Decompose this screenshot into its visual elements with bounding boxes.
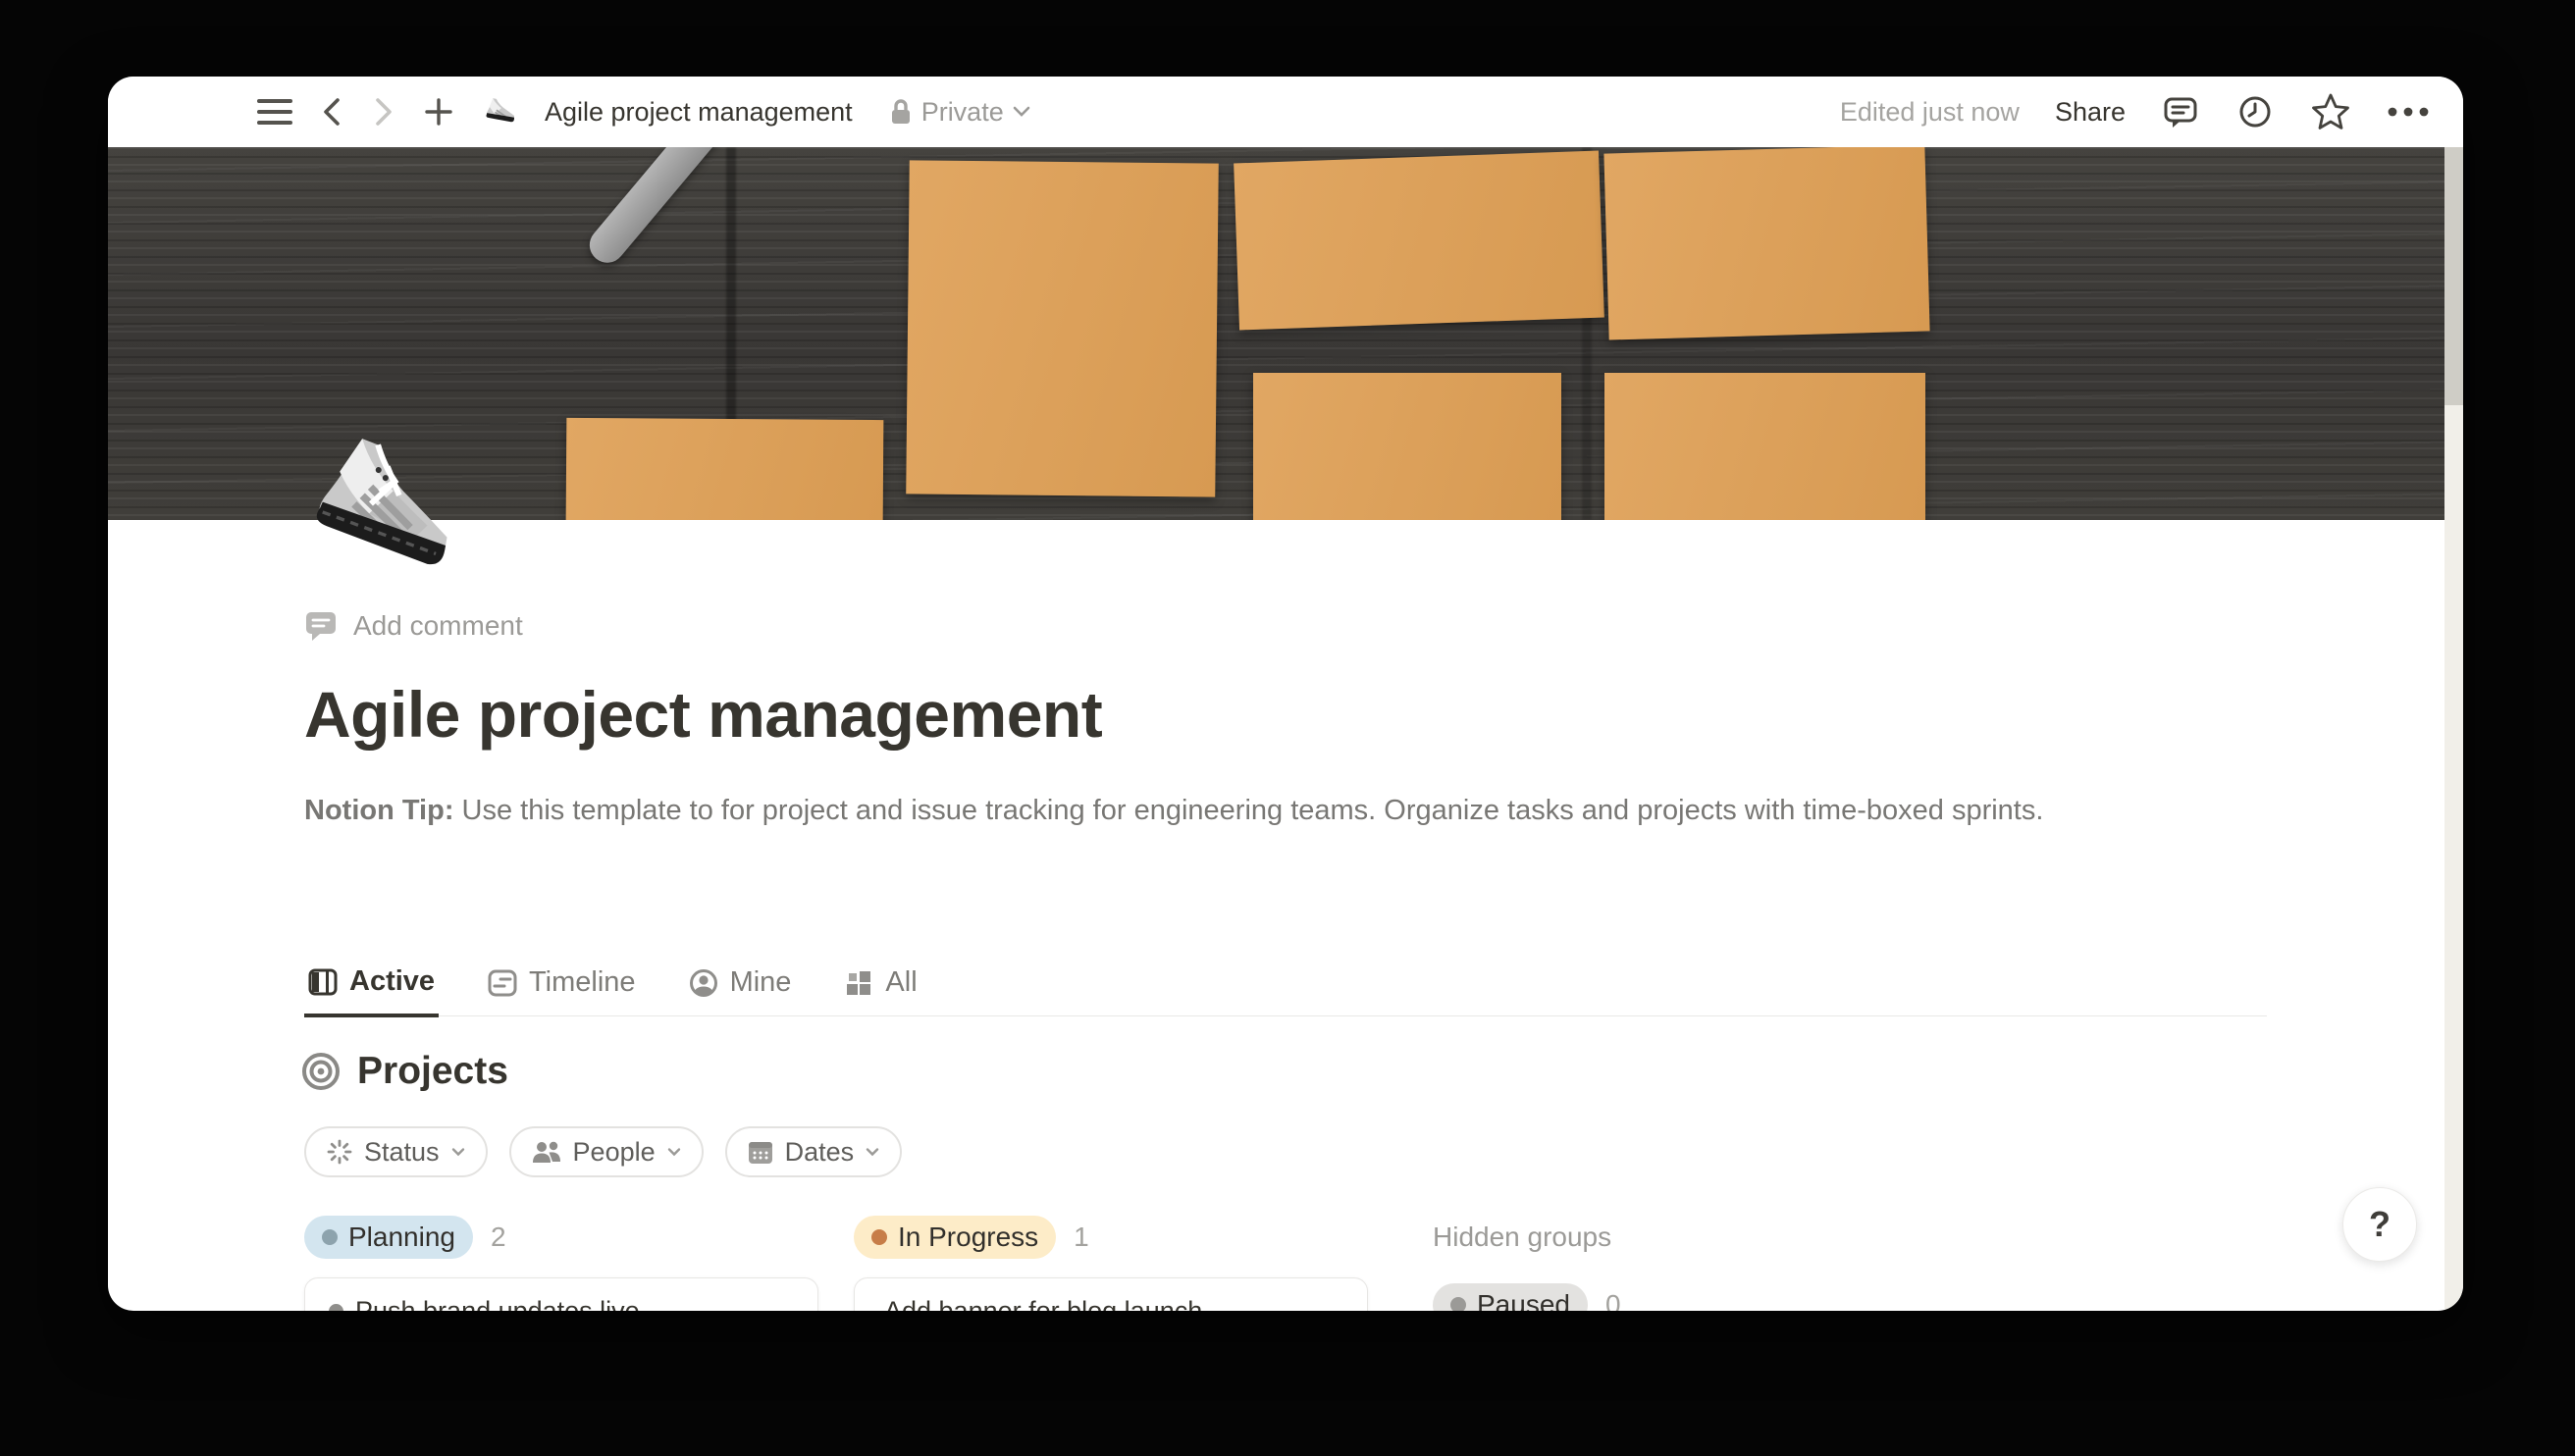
notion-tip: Notion Tip: Use this template to for pro…	[304, 787, 2218, 835]
page-emoji-shoe-icon[interactable]	[481, 96, 516, 128]
view-tabs: Active Timeline Mine All	[304, 965, 2267, 1016]
comments-icon[interactable]	[2161, 92, 2200, 131]
timeline-view-icon	[488, 968, 517, 998]
share-button[interactable]: Share	[2055, 97, 2126, 128]
status-dot	[1450, 1297, 1466, 1311]
sticky-note	[1603, 147, 1929, 340]
group-count: 1	[1074, 1222, 1089, 1253]
help-button[interactable]: ?	[2342, 1187, 2417, 1262]
sticky-note	[1234, 151, 1604, 331]
chevron-down-icon	[1013, 106, 1030, 118]
tab-mine[interactable]: Mine	[685, 965, 796, 1015]
card-title: Add banner for blog launch	[884, 1296, 1202, 1311]
group-count: 0	[1605, 1289, 1621, 1311]
filter-dates[interactable]: Dates	[725, 1126, 903, 1177]
group-name: Planning	[348, 1222, 455, 1253]
tab-label: Active	[349, 965, 435, 998]
privacy-menu[interactable]: Private	[889, 97, 1030, 128]
status-dot	[871, 1229, 887, 1245]
projects-title[interactable]: Projects	[357, 1050, 508, 1093]
sticky-note	[906, 160, 1219, 496]
filter-bar: Status People Dates	[304, 1126, 902, 1177]
project-card[interactable]: Add banner for blog launch	[854, 1277, 1368, 1311]
card-title: Push brand updates live	[355, 1296, 640, 1311]
filter-label: Status	[364, 1137, 440, 1168]
page-title: Agile project management	[304, 677, 1102, 752]
filter-label: Dates	[785, 1137, 855, 1168]
tab-all[interactable]: All	[840, 965, 920, 1015]
group-pill-paused[interactable]: Paused	[1433, 1283, 1588, 1311]
sticky-note	[1604, 373, 1925, 520]
sticky-note	[1253, 373, 1561, 520]
tab-timeline[interactable]: Timeline	[484, 965, 640, 1015]
people-icon	[531, 1138, 562, 1166]
notion-tip-body: Use this template to for project and iss…	[453, 795, 2043, 826]
filter-status[interactable]: Status	[304, 1126, 488, 1177]
comment-bubble-icon	[304, 610, 338, 642]
status-dot	[322, 1229, 338, 1245]
history-clock-icon[interactable]	[2235, 92, 2275, 131]
top-toolbar: Agile project management Private Edited …	[108, 77, 2463, 147]
grid-view-icon	[844, 968, 873, 998]
status-burst-icon	[326, 1138, 353, 1166]
group-count: 2	[491, 1222, 506, 1253]
toolbar-page-title[interactable]: Agile project management	[545, 97, 853, 128]
new-page-icon[interactable]	[423, 96, 454, 128]
tab-label: Mine	[730, 966, 792, 999]
sticky-note	[566, 418, 884, 520]
notion-tip-lead: Notion Tip:	[304, 795, 453, 826]
add-comment-label: Add comment	[353, 610, 523, 642]
tab-label: Timeline	[529, 966, 636, 999]
group-name: Paused	[1477, 1289, 1570, 1311]
group-pill-planning[interactable]: Planning	[304, 1216, 473, 1259]
sidebar-menu-icon[interactable]	[257, 99, 292, 125]
page-icon-shoe[interactable]	[294, 426, 459, 591]
person-view-icon	[689, 968, 718, 998]
group-name: In Progress	[898, 1222, 1038, 1253]
board-view-icon	[308, 967, 338, 997]
back-icon[interactable]	[319, 95, 344, 129]
scrollbar-thumb[interactable]	[2444, 147, 2463, 405]
card-avatar-icon	[329, 1304, 343, 1311]
scrollbar-track[interactable]	[2444, 147, 2463, 1311]
filter-label: People	[573, 1137, 656, 1168]
board-column-planning: Planning 2 Push brand updates live	[304, 1215, 506, 1260]
calendar-icon	[747, 1138, 774, 1166]
board-column-in-progress: In Progress 1 Add banner for blog launch	[854, 1215, 1089, 1260]
filter-people[interactable]: People	[509, 1126, 704, 1177]
group-pill-in-progress[interactable]: In Progress	[854, 1216, 1056, 1259]
lock-icon	[889, 97, 913, 127]
add-comment-button[interactable]: Add comment	[304, 610, 523, 642]
forward-icon[interactable]	[371, 95, 396, 129]
project-card[interactable]: Push brand updates live	[304, 1277, 818, 1311]
target-icon	[300, 1051, 342, 1092]
privacy-label: Private	[921, 97, 1004, 128]
notion-window: Agile project management Private Edited …	[108, 77, 2463, 1311]
edited-status: Edited just now	[1840, 97, 2020, 128]
tab-label: All	[885, 966, 917, 999]
hidden-groups-toggle[interactable]: Hidden groups	[1433, 1215, 1611, 1260]
more-options-icon[interactable]	[2387, 106, 2430, 118]
desktop-background: Agile project management Private Edited …	[0, 0, 2575, 1456]
favorite-star-icon[interactable]	[2310, 92, 2351, 131]
projects-header: Projects	[300, 1050, 508, 1093]
board-column-hidden: Hidden groups Paused 0	[1433, 1215, 1611, 1260]
tab-active[interactable]: Active	[304, 965, 439, 1017]
